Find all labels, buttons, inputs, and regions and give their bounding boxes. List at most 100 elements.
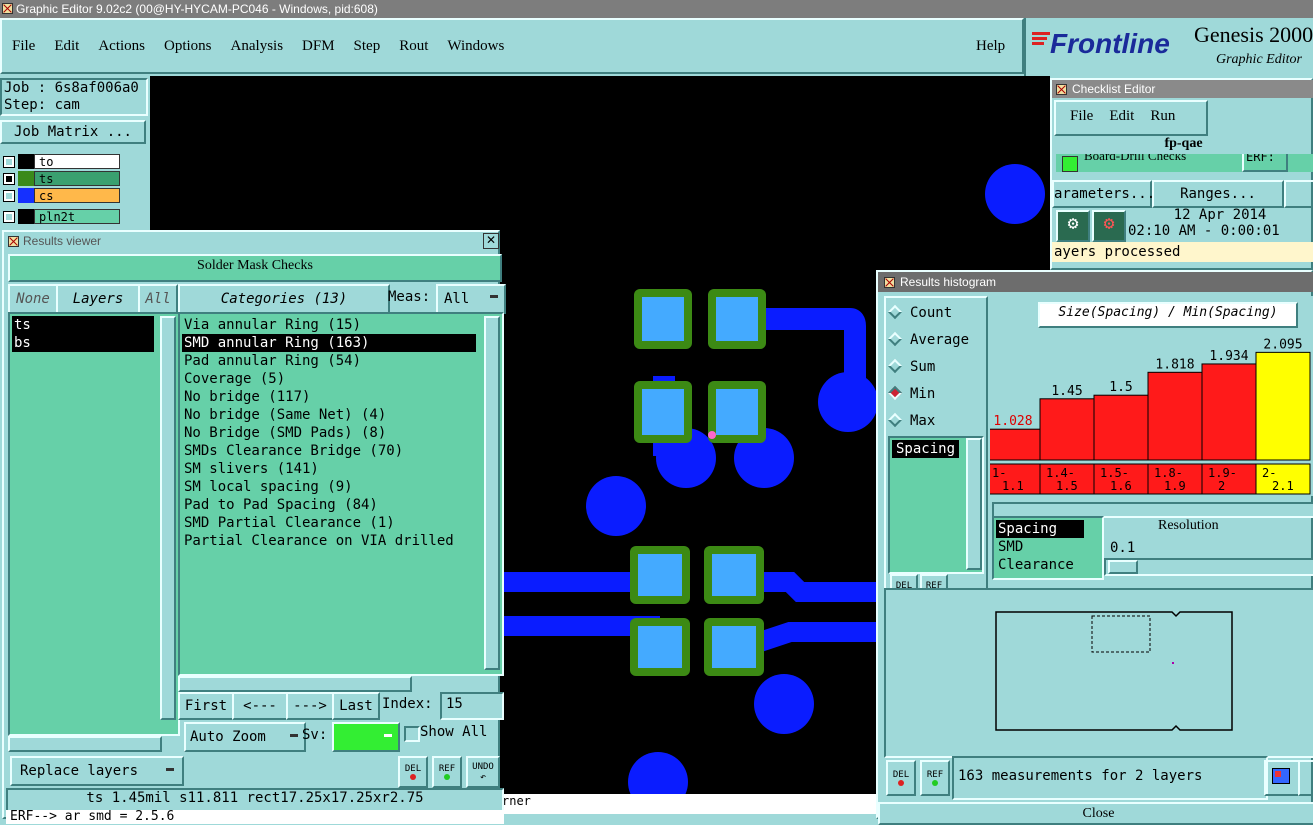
category-list-item[interactable]: No bridge (Same Net) (4) bbox=[182, 406, 476, 424]
job-matrix-button[interactable]: Job Matrix ... bbox=[0, 120, 146, 144]
histogram-bar[interactable] bbox=[1255, 351, 1311, 461]
radio-icon[interactable] bbox=[887, 385, 903, 401]
ranges-button[interactable]: Ranges... bbox=[1152, 180, 1284, 208]
category-list-item[interactable]: SMD annular Ring (163) bbox=[182, 334, 476, 352]
window-menu-icon[interactable] bbox=[8, 236, 19, 247]
layer-row[interactable]: cs bbox=[3, 188, 120, 203]
type-list-item[interactable]: Spacing bbox=[996, 520, 1084, 538]
category-list-item[interactable]: SM slivers (141) bbox=[182, 460, 476, 478]
menu-step[interactable]: Step bbox=[354, 38, 381, 54]
spacing-list-scrollbar[interactable] bbox=[966, 438, 982, 570]
stop-run-icon[interactable]: ⚙ bbox=[1092, 210, 1126, 242]
layers-header-button[interactable]: Layers bbox=[56, 284, 140, 314]
layer-row[interactable]: pln2t bbox=[3, 209, 120, 224]
type-list-item[interactable]: SMD bbox=[996, 538, 1098, 556]
undo-button[interactable]: UNDO ↶ bbox=[466, 756, 500, 788]
categories-hscroll[interactable] bbox=[178, 676, 412, 692]
category-list-item[interactable]: SMD Partial Clearance (1) bbox=[182, 514, 476, 532]
sv-color-dropdown[interactable] bbox=[332, 722, 400, 752]
help-menu[interactable]: Help bbox=[976, 38, 1005, 55]
category-list-item[interactable]: SMDs Clearance Bridge (70) bbox=[182, 442, 476, 460]
menu-windows[interactable]: Windows bbox=[447, 38, 504, 54]
menu-dfm[interactable]: DFM bbox=[302, 38, 335, 54]
layer-list-item[interactable]: bs bbox=[12, 334, 154, 352]
histogram-bar[interactable] bbox=[1201, 363, 1257, 461]
erf-label[interactable]: ERF: bbox=[1242, 154, 1288, 172]
menu-rout[interactable]: Rout bbox=[399, 38, 428, 54]
resolution-slider[interactable] bbox=[1104, 558, 1313, 576]
radio-icon[interactable] bbox=[887, 331, 903, 347]
menu-edit[interactable]: Edit bbox=[54, 38, 79, 54]
window-menu-icon[interactable] bbox=[1056, 84, 1067, 95]
categories-scrollbar[interactable] bbox=[484, 316, 500, 670]
type-list-item[interactable]: Clearance bbox=[996, 556, 1098, 574]
meas-dropdown[interactable]: All bbox=[436, 284, 506, 314]
board-preview[interactable] bbox=[884, 588, 1313, 758]
category-list-item[interactable]: Pad to Pad Spacing (84) bbox=[182, 496, 476, 514]
category-list-item[interactable]: No Bridge (SMD Pads) (8) bbox=[182, 424, 476, 442]
histogram-bar[interactable] bbox=[1147, 371, 1203, 461]
radio-icon[interactable] bbox=[887, 304, 903, 320]
resolution-slider-thumb[interactable] bbox=[1108, 560, 1138, 574]
mode-radio-max[interactable]: Max bbox=[887, 412, 986, 439]
layers-scrollbar[interactable] bbox=[160, 316, 176, 720]
report-icon[interactable] bbox=[1264, 760, 1300, 796]
app-close-icon[interactable] bbox=[2, 3, 13, 14]
layers-none-button[interactable]: None bbox=[8, 284, 58, 314]
category-list-item[interactable]: Coverage (5) bbox=[182, 370, 476, 388]
checklist-extra-button[interactable] bbox=[1284, 180, 1313, 208]
menu-actions[interactable]: Actions bbox=[98, 38, 145, 54]
export-icon[interactable] bbox=[1298, 760, 1313, 796]
close-icon[interactable]: ✕ bbox=[483, 233, 499, 249]
checklist-menu-edit[interactable]: Edit bbox=[1109, 108, 1134, 124]
menu-file[interactable]: File bbox=[12, 38, 35, 54]
mode-radio-sum[interactable]: Sum bbox=[887, 358, 986, 385]
menu-options[interactable]: Options bbox=[164, 38, 212, 54]
layer-row[interactable]: to bbox=[3, 154, 120, 169]
histogram-bar[interactable] bbox=[1039, 398, 1095, 461]
del-button[interactable]: DEL bbox=[886, 760, 916, 796]
spacing-list-item[interactable]: Spacing bbox=[892, 440, 960, 458]
close-button[interactable]: Close bbox=[878, 802, 1313, 825]
show-all-checkbox[interactable] bbox=[404, 726, 420, 742]
check-row[interactable]: Board-Drill Checks ERF: bbox=[1056, 154, 1313, 172]
checklist-menu-file[interactable]: File bbox=[1070, 108, 1093, 124]
checklist-menu-run[interactable]: Run bbox=[1150, 108, 1175, 124]
categories-header-button[interactable]: Categories (13) bbox=[178, 284, 390, 314]
mode-radio-average[interactable]: Average bbox=[887, 331, 986, 358]
mode-radio-min[interactable]: Min bbox=[887, 385, 986, 412]
next-button[interactable]: ---> bbox=[286, 692, 334, 720]
category-list-item[interactable]: Partial Clearance on VIA drilled bbox=[182, 532, 476, 550]
layer-checkbox[interactable] bbox=[3, 172, 15, 185]
layers-all-button[interactable]: All bbox=[138, 284, 178, 314]
category-list-item[interactable]: Via annular Ring (15) bbox=[182, 316, 476, 334]
layer-checkbox[interactable] bbox=[3, 210, 15, 223]
run-icon[interactable]: ⚙ bbox=[1056, 210, 1090, 242]
radio-icon[interactable] bbox=[887, 412, 903, 428]
del-button[interactable]: DEL bbox=[398, 756, 428, 788]
prev-button[interactable]: <--- bbox=[232, 692, 288, 720]
auto-zoom-dropdown[interactable]: Auto Zoom bbox=[184, 722, 306, 752]
menu-analysis[interactable]: Analysis bbox=[231, 38, 284, 54]
parameters-button[interactable]: arameters... bbox=[1052, 180, 1155, 208]
radio-icon[interactable] bbox=[887, 358, 903, 374]
layer-row[interactable]: ts bbox=[3, 171, 120, 186]
layer-checkbox[interactable] bbox=[3, 155, 15, 168]
mode-radio-count[interactable]: Count bbox=[887, 304, 986, 331]
first-button[interactable]: First bbox=[178, 692, 234, 720]
histogram-bar[interactable] bbox=[1093, 394, 1149, 461]
index-field[interactable]: 15 bbox=[440, 692, 504, 720]
layers-hscroll[interactable] bbox=[8, 736, 162, 752]
category-list-item[interactable]: Pad annular Ring (54) bbox=[182, 352, 476, 370]
replace-layers-dropdown[interactable]: Replace layers bbox=[10, 756, 184, 786]
last-button[interactable]: Last bbox=[332, 692, 380, 720]
window-menu-icon[interactable] bbox=[884, 277, 895, 288]
category-list-item[interactable]: No bridge (117) bbox=[182, 388, 476, 406]
histogram-bar[interactable] bbox=[990, 428, 1041, 461]
layer-list-item[interactable]: ts bbox=[12, 316, 154, 334]
category-list-item[interactable]: SM local spacing (9) bbox=[182, 478, 476, 496]
layer-checkbox[interactable] bbox=[3, 189, 15, 202]
ref-button[interactable]: REF bbox=[432, 756, 462, 788]
job-panel: Job : 6s8af006a0 Step: cam Job Matrix ..… bbox=[0, 76, 150, 231]
ref-button[interactable]: REF bbox=[920, 760, 950, 796]
